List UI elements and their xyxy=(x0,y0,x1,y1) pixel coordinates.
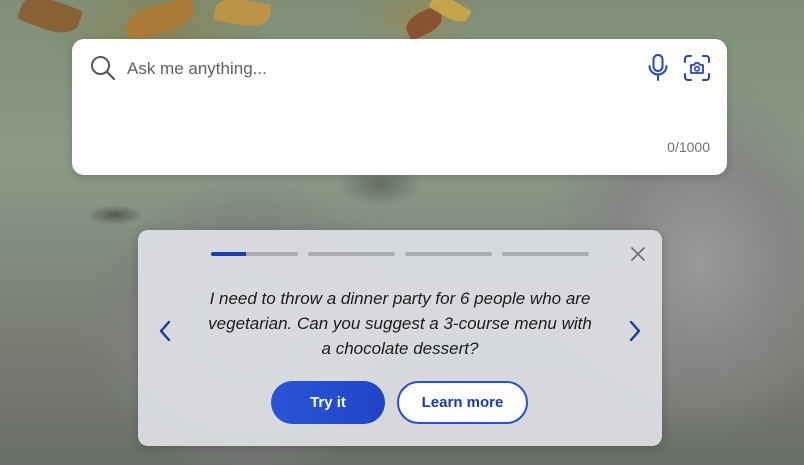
close-icon[interactable] xyxy=(630,246,646,262)
visual-search-icon[interactable] xyxy=(682,53,712,83)
suggestion-text: I need to throw a dinner party for 6 peo… xyxy=(208,289,592,358)
leaf-decoration xyxy=(213,0,272,30)
leaf-decoration xyxy=(122,0,198,42)
chevron-right-icon[interactable] xyxy=(624,318,646,344)
search-icon xyxy=(91,56,116,81)
suggestion-progress xyxy=(211,252,589,256)
leaf-decoration xyxy=(16,0,84,40)
suggestion-card: I need to throw a dinner party for 6 peo… xyxy=(138,230,662,446)
progress-segment xyxy=(308,252,395,256)
search-box: 0/1000 xyxy=(72,39,727,175)
learn-more-button[interactable]: Learn more xyxy=(397,381,528,424)
progress-segment xyxy=(405,252,492,256)
microphone-icon[interactable] xyxy=(646,53,670,83)
progress-segment xyxy=(211,252,298,256)
search-input[interactable] xyxy=(125,55,629,83)
try-it-button[interactable]: Try it xyxy=(271,381,385,424)
character-counter: 0/1000 xyxy=(667,139,710,155)
progress-segment xyxy=(502,252,589,256)
chevron-left-icon[interactable] xyxy=(154,318,176,344)
